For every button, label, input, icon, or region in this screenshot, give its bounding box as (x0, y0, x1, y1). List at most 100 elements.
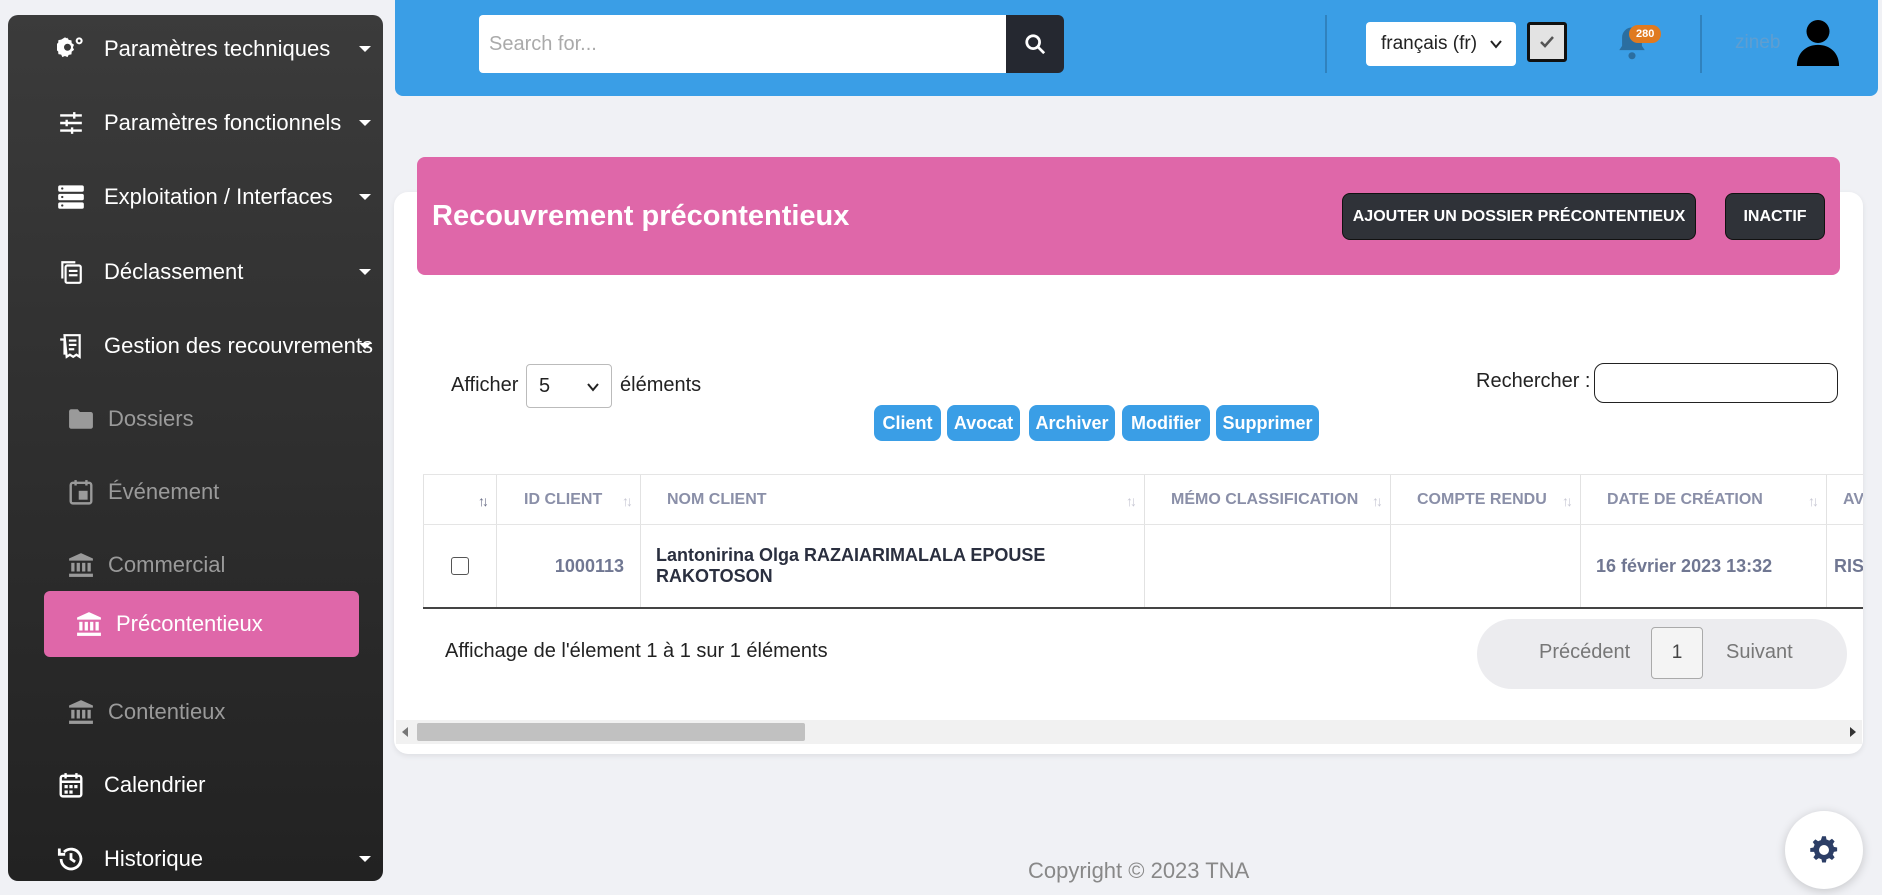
sidebar-item-label: Contentieux (108, 699, 226, 724)
sidebar-item-historique[interactable]: Historique (8, 829, 383, 881)
cell-memo (1144, 525, 1390, 609)
table-search-label: Rechercher : (1476, 370, 1591, 392)
inactive-button[interactable]: INACTIF (1725, 193, 1825, 240)
gear-icon (1810, 836, 1838, 863)
horizontal-scrollbar[interactable] (396, 720, 1862, 744)
supprimer-button[interactable]: Supprimer (1216, 405, 1319, 441)
sidebar-item-parametres-techniques[interactable]: Paramètres techniques (8, 19, 383, 79)
column-header-label: NOM CLIENT (667, 490, 767, 508)
table-row-checkbox-cell (423, 525, 496, 609)
sidebar-item-exploitation[interactable]: Exploitation / Interfaces (8, 167, 383, 227)
sidebar-item-label: Déclassement (104, 259, 244, 284)
next-page-button[interactable]: Suivant (1726, 641, 1793, 664)
chevron-down-icon (359, 343, 371, 349)
sidebar-item-precontentieux[interactable]: Précontentieux (44, 591, 359, 657)
search-button[interactable] (1006, 15, 1064, 73)
sidebar-item-commercial[interactable]: Commercial (8, 535, 383, 595)
client-button[interactable]: Client (874, 405, 941, 441)
check-icon (1540, 36, 1554, 48)
elements-label: éléments (620, 374, 702, 396)
avocat-button[interactable]: Avocat (947, 405, 1020, 441)
calendar-event-icon (66, 477, 96, 507)
theme-checkbox[interactable] (1527, 22, 1567, 62)
add-precontentieux-button[interactable]: AJOUTER UN DOSSIER PRÉCONTENTIEUX (1342, 193, 1696, 240)
divider (1325, 15, 1327, 73)
sidebar-item-calendrier[interactable]: Calendrier (8, 755, 383, 815)
scroll-right-arrow-icon[interactable] (1850, 727, 1856, 737)
column-header-label: AVAN (1843, 490, 1863, 508)
language-select-value: français (fr) (1381, 33, 1478, 54)
sidebar-item-evenement[interactable]: Événement (8, 462, 383, 522)
chevron-down-icon (359, 194, 371, 200)
row-checkbox[interactable] (450, 557, 469, 575)
page-title: Recouvrement précontentieux (432, 200, 850, 232)
table-header-memo-classification[interactable]: MÉMO CLASSIFICATION ↑↓ (1144, 474, 1390, 525)
sidebar-item-label: Paramètres techniques (104, 36, 331, 61)
search-icon (1025, 34, 1046, 55)
page-number-button[interactable]: 1 (1651, 627, 1703, 679)
cell-compte-rendu (1390, 525, 1580, 609)
sidebar-item-label: Gestion des recouvrements (104, 333, 374, 358)
sidebar-item-contentieux[interactable]: Contentieux (8, 682, 383, 742)
sidebar-item-label: Historique (104, 846, 204, 871)
sidebar-item-label: Événement (108, 479, 220, 504)
column-header-label: ID CLIENT (524, 490, 603, 508)
sidebar-item-gestion-recouvrements[interactable]: Gestion des recouvrements (8, 316, 383, 376)
receipt-icon (56, 331, 86, 361)
search-input[interactable] (479, 15, 1009, 73)
table-search-input[interactable] (1594, 363, 1838, 403)
cell-nom-client: Lantonirina Olga RAZAIARIMALALA EPOUSE R… (640, 525, 1144, 609)
scrollbar-thumb[interactable] (417, 723, 805, 741)
table-info: Affichage de l'élement 1 à 1 sur 1 éléme… (445, 640, 828, 662)
settings-fab[interactable] (1785, 811, 1863, 889)
sidebar-item-parametres-fonctionnels[interactable]: Paramètres fonctionnels (8, 93, 383, 153)
notification-count-badge: 280 (1629, 25, 1662, 43)
table-header-compte-rendu[interactable]: COMPTE RENDU ↑↓ (1390, 474, 1580, 525)
table-header-id-client[interactable]: ID CLIENT ↑↓ (496, 474, 640, 525)
page-header-banner: Recouvrement précontentieux AJOUTER UN D… (417, 157, 1840, 275)
chevron-down-icon (359, 856, 371, 862)
user-avatar-icon[interactable] (1795, 18, 1845, 70)
history-icon (56, 844, 86, 874)
chevron-down-icon (1490, 40, 1502, 49)
table-header-nom-client[interactable]: NOM CLIENT ↑↓ (640, 474, 1144, 525)
username[interactable]: zineb (1735, 32, 1780, 54)
cell-avancement: RISQU (1826, 525, 1863, 609)
cell-date-creation: 16 février 2023 13:32 (1580, 525, 1826, 609)
previous-page-button[interactable]: Précédent (1539, 641, 1630, 664)
top-navbar: français (fr) 280 zineb (395, 0, 1878, 96)
modifier-button[interactable]: Modifier (1122, 405, 1210, 441)
archiver-button[interactable]: Archiver (1029, 405, 1115, 441)
sort-icon: ↑↓ (1562, 493, 1573, 509)
sidebar-item-declassement[interactable]: Déclassement (8, 242, 383, 302)
sidebar-item-label: Paramètres fonctionnels (104, 110, 342, 135)
bank-icon (66, 550, 96, 580)
bank-icon (74, 609, 104, 639)
table-header-avancement[interactable]: AVAN (1826, 474, 1863, 525)
server-icon (56, 182, 86, 212)
sort-icon: ↑↓ (622, 493, 633, 509)
page-length-select[interactable]: 5 (526, 364, 612, 408)
table-header-date-creation[interactable]: DATE DE CRÉATION ↑↓ (1580, 474, 1826, 525)
sort-icon: ↑↓ (1372, 493, 1383, 509)
cell-id-client: 1000113 (496, 525, 640, 609)
sidebar-item-label: Précontentieux (116, 611, 263, 636)
pagination: Précédent 1 Suivant (1477, 619, 1847, 689)
chevron-down-icon (359, 46, 371, 52)
sidebar-item-label: Commercial (108, 552, 226, 577)
sort-icon: ↑↓ (1126, 493, 1137, 509)
sidebar-item-dossiers[interactable]: Dossiers (8, 389, 383, 449)
sort-icon: ↑↓ (478, 493, 489, 509)
chevron-down-icon (359, 269, 371, 275)
chevron-down-icon (587, 383, 599, 392)
show-label: Afficher (451, 374, 519, 396)
divider (1700, 15, 1702, 73)
language-select[interactable]: français (fr) (1366, 22, 1516, 66)
column-header-label: MÉMO CLASSIFICATION (1171, 490, 1359, 508)
sidebar-item-label: Exploitation / Interfaces (104, 184, 333, 209)
bank-icon (66, 697, 96, 727)
scroll-left-arrow-icon[interactable] (402, 727, 408, 737)
page-length-value: 5 (539, 374, 551, 397)
table-header-select[interactable]: ↑↓ (423, 474, 496, 525)
chevron-down-icon (359, 120, 371, 126)
